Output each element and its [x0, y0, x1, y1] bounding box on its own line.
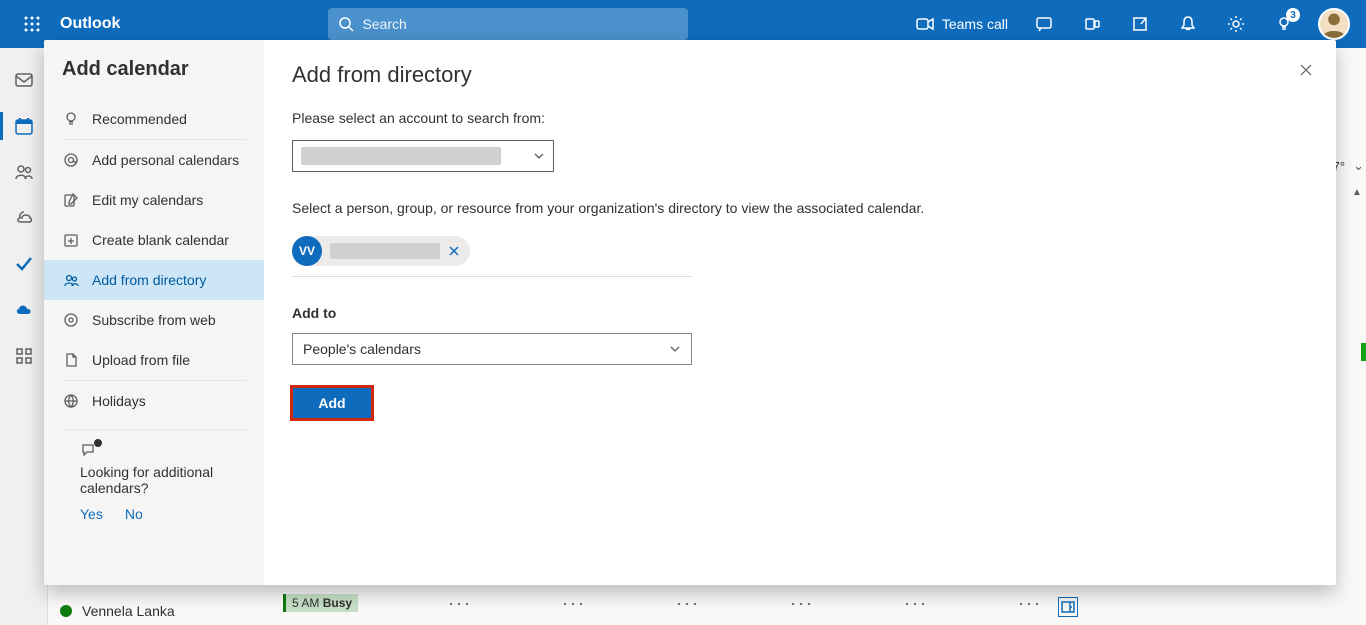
notification-badge: 3	[1286, 8, 1300, 22]
sidebar-item-label: Edit my calendars	[92, 192, 203, 208]
more-menu-icon[interactable]: ···	[562, 593, 586, 614]
calendar-event[interactable]: 5 AM Busy	[283, 594, 358, 612]
sidebar-item-blank[interactable]: Create blank calendar	[44, 220, 264, 260]
chip-avatar: VV	[292, 236, 322, 266]
search-icon	[338, 16, 354, 32]
event-time: 5 AM	[292, 596, 319, 610]
sidebar-item-label: Create blank calendar	[92, 232, 229, 248]
chevron-down-icon	[669, 343, 681, 355]
file-icon	[62, 352, 80, 368]
chevron-down-icon	[533, 150, 545, 162]
lightbulb-icon	[62, 111, 80, 127]
sidebar-item-label: Add from directory	[92, 272, 206, 288]
add-button-label: Add	[318, 395, 345, 411]
close-icon[interactable]	[1298, 62, 1314, 78]
calendar-name: Vennela Lanka	[82, 603, 175, 619]
add-calendar-icon	[62, 232, 80, 248]
rail-people-icon[interactable]	[0, 150, 48, 194]
calendar-list-item[interactable]: Vennela Lanka	[60, 603, 175, 619]
feedback-icon	[80, 442, 98, 458]
instruction-text: Select a person, group, or resource from…	[292, 200, 1308, 216]
avatar[interactable]	[1318, 8, 1350, 40]
globe-icon	[62, 393, 80, 409]
remove-chip-icon[interactable]	[448, 245, 460, 257]
add-button[interactable]: Add	[292, 387, 372, 419]
sidebar-item-web[interactable]: Subscribe from web	[44, 300, 264, 340]
calendar-color-dot	[60, 605, 72, 617]
account-select[interactable]	[292, 140, 554, 172]
modal-sidebar-title: Add calendar	[44, 58, 264, 99]
addto-select[interactable]: People's calendars	[292, 333, 692, 365]
scroll-up-icon[interactable]: ▲	[1348, 183, 1366, 201]
at-icon	[62, 152, 80, 168]
teams-call-label: Teams call	[942, 16, 1008, 32]
sidebar-item-label: Subscribe from web	[92, 312, 216, 328]
sidebar-item-recommended[interactable]: Recommended	[44, 99, 264, 139]
globe-target-icon	[62, 312, 80, 328]
addto-value: People's calendars	[303, 341, 421, 357]
rail-calendar-icon[interactable]	[0, 104, 48, 148]
sidebar-item-holidays[interactable]: Holidays	[44, 381, 264, 421]
brand-label[interactable]: Outlook	[60, 15, 120, 33]
sidebar-footer-question: Looking for additional calendars?	[80, 464, 228, 496]
chip-name-redacted	[330, 243, 440, 259]
sidebar-item-edit[interactable]: Edit my calendars	[44, 180, 264, 220]
edit-icon	[62, 192, 80, 208]
sidebar-item-label: Holidays	[92, 393, 146, 409]
sidebar-item-label: Add personal calendars	[92, 152, 239, 168]
search-input[interactable]: Search	[328, 8, 688, 40]
more-menu-icon[interactable]: ···	[676, 593, 700, 614]
sidebar-item-file[interactable]: Upload from file	[44, 340, 264, 380]
addto-label: Add to	[292, 305, 1308, 321]
event-status: Busy	[323, 596, 352, 610]
sidebar-item-label: Recommended	[92, 111, 187, 127]
video-icon	[916, 17, 934, 31]
accent-indicator	[1361, 343, 1366, 361]
rail-onedrive-icon[interactable]	[0, 288, 48, 332]
chevron-down-icon[interactable]: ⌄	[1353, 158, 1364, 174]
sidebar-item-label: Upload from file	[92, 352, 190, 368]
more-menu-icon[interactable]: ···	[448, 593, 472, 614]
people-picker[interactable]: VV	[292, 230, 692, 277]
modal-content: Add from directory Please select an acco…	[264, 40, 1336, 585]
search-placeholder: Search	[362, 16, 406, 32]
account-value-redacted	[301, 147, 501, 165]
add-calendar-modal: Add calendar Recommended Add personal ca…	[44, 40, 1336, 585]
rail-more-apps-icon[interactable]	[0, 334, 48, 378]
modal-sidebar: Add calendar Recommended Add personal ca…	[44, 40, 264, 585]
teams-call-button[interactable]: Teams call	[902, 16, 1022, 32]
left-rail	[0, 48, 48, 625]
sidebar-item-directory[interactable]: Add from directory	[44, 260, 264, 300]
person-chip[interactable]: VV	[292, 236, 470, 266]
rail-mail-icon[interactable]	[0, 58, 48, 102]
feedback-no-link[interactable]: No	[125, 506, 143, 522]
sidebar-footer: Looking for additional calendars? Yes No	[62, 429, 246, 534]
account-label: Please select an account to search from:	[292, 110, 1308, 126]
more-menu-icon[interactable]: ···	[1018, 593, 1042, 614]
more-menu-icon[interactable]: ···	[790, 593, 814, 614]
calendar-day-row: 5 AM Busy ··· ··· ··· ··· ··· ···	[283, 589, 1056, 617]
people-icon	[62, 272, 80, 288]
rail-todo-icon[interactable]	[0, 242, 48, 286]
feedback-yes-link[interactable]: Yes	[80, 506, 103, 522]
app-launcher-icon[interactable]	[8, 16, 56, 32]
more-menu-icon[interactable]: ···	[904, 593, 928, 614]
panel-toggle-icon[interactable]	[1058, 597, 1078, 617]
panel-title: Add from directory	[292, 62, 1308, 88]
rail-files-icon[interactable]	[0, 196, 48, 240]
sidebar-item-personal[interactable]: Add personal calendars	[44, 140, 264, 180]
